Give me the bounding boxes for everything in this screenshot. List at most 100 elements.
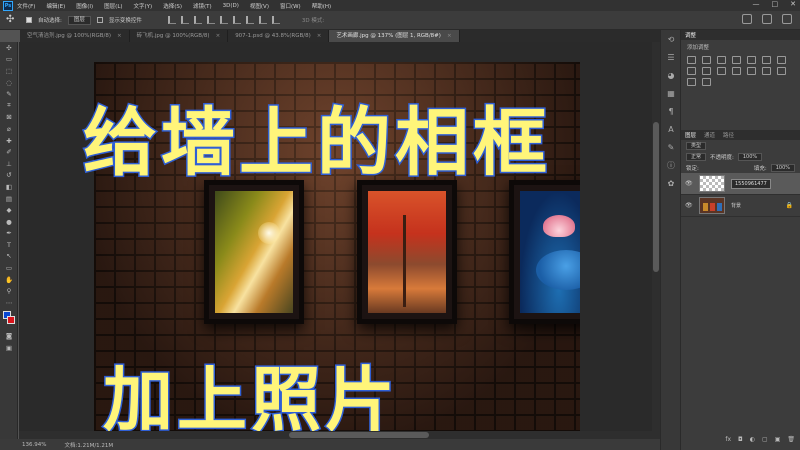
- history-icon[interactable]: ⟲: [661, 30, 681, 48]
- eye-icon[interactable]: 👁: [685, 202, 693, 209]
- menu-3d[interactable]: 3D(D): [223, 3, 239, 9]
- threshold-icon[interactable]: [777, 67, 786, 75]
- close-icon[interactable]: ×: [216, 33, 221, 39]
- layer-name[interactable]: 背景: [731, 202, 741, 209]
- menu-file[interactable]: 文件(F): [17, 2, 35, 10]
- menu-help[interactable]: 帮助(H): [312, 2, 331, 10]
- tab-paths[interactable]: 路径: [723, 131, 734, 139]
- posterize-icon[interactable]: [762, 67, 771, 75]
- mask-icon[interactable]: ◘: [738, 436, 743, 446]
- auto-select-dropdown[interactable]: 图层: [67, 15, 91, 25]
- distribute-h-icon[interactable]: [258, 16, 267, 24]
- info-icon[interactable]: ⓘ: [661, 156, 681, 174]
- tab-document-4[interactable]: 艺术画廊.jpg @ 137% (图层 1, RGB/8#) ×: [329, 30, 460, 42]
- layer-kind-filter[interactable]: 类型: [686, 141, 707, 150]
- move-tool-icon[interactable]: ✣: [6, 14, 20, 26]
- dodge-icon[interactable]: ●: [0, 216, 18, 228]
- tab-document-2[interactable]: 砖飞机.jpg @ 100%(RGB/8) ×: [130, 30, 229, 42]
- scroll-thumb[interactable]: [653, 122, 659, 272]
- black-white-icon[interactable]: [687, 67, 696, 75]
- menu-edit[interactable]: 编辑(E): [46, 2, 65, 10]
- align-bottom-icon[interactable]: [232, 16, 241, 24]
- paragraph-icon[interactable]: ¶: [661, 102, 681, 120]
- auto-select-checkbox[interactable]: [26, 17, 32, 23]
- show-transform-checkbox[interactable]: [96, 17, 103, 23]
- gradient-icon[interactable]: ▤: [0, 193, 18, 205]
- zoom-icon[interactable]: ⚲: [0, 285, 18, 297]
- maximize-button[interactable]: □: [772, 0, 779, 8]
- gradient-map-icon[interactable]: [687, 78, 696, 86]
- history-brush-icon[interactable]: ↺: [0, 170, 18, 182]
- curves-icon[interactable]: [717, 56, 726, 64]
- blur-icon[interactable]: ◆: [0, 204, 18, 216]
- vertical-scrollbar[interactable]: [652, 42, 660, 439]
- workspace-icon[interactable]: [762, 14, 772, 24]
- menu-image[interactable]: 图像(I): [76, 2, 93, 10]
- menu-window[interactable]: 窗口(W): [280, 2, 301, 10]
- adjustment-layer-icon[interactable]: ◐: [750, 436, 755, 446]
- distribute-v-icon[interactable]: [271, 16, 280, 24]
- zoom-level[interactable]: 136.94%: [22, 442, 46, 448]
- align-top-icon[interactable]: [206, 16, 215, 24]
- rectangle-icon[interactable]: ▭: [0, 262, 18, 274]
- tab-document-1[interactable]: 空气清洁剂.jpg @ 100%(RGB/8) ×: [20, 30, 130, 42]
- color-icon[interactable]: ◕: [661, 66, 681, 84]
- brush-icon[interactable]: ✐: [0, 146, 18, 158]
- tab-channels[interactable]: 通道: [704, 131, 715, 139]
- quick-select-icon[interactable]: ✎: [0, 88, 18, 100]
- align-right-icon[interactable]: [193, 16, 202, 24]
- close-button[interactable]: ✕: [790, 0, 796, 8]
- close-icon[interactable]: ×: [447, 33, 452, 39]
- color-balance-icon[interactable]: [777, 56, 786, 64]
- artboard-icon[interactable]: ▭: [0, 54, 18, 66]
- lasso-icon[interactable]: ◌: [0, 77, 18, 89]
- menu-select[interactable]: 选择(S): [163, 2, 182, 10]
- align-center-icon[interactable]: [180, 16, 189, 24]
- trash-icon[interactable]: 🗑: [787, 436, 795, 446]
- fx-icon[interactable]: fx: [725, 436, 731, 446]
- search-icon[interactable]: [742, 14, 752, 24]
- move-tool-icon[interactable]: ✣: [0, 42, 18, 54]
- horizontal-scrollbar[interactable]: [19, 431, 652, 439]
- share-icon[interactable]: [782, 14, 792, 24]
- invert-icon[interactable]: [747, 67, 756, 75]
- healing-brush-icon[interactable]: ✚: [0, 135, 18, 147]
- align-left-icon[interactable]: [167, 16, 176, 24]
- brightness-icon[interactable]: [687, 56, 696, 64]
- more-tools-icon[interactable]: ⋯: [0, 297, 18, 309]
- swatches-icon[interactable]: ▦: [661, 84, 681, 102]
- tab-document-3[interactable]: 907-1.psd @ 43.8%(RGB/8) ×: [228, 30, 330, 42]
- tab-layers[interactable]: 图层: [685, 131, 696, 139]
- path-select-icon[interactable]: ↖: [0, 251, 18, 263]
- pen-icon[interactable]: ✒: [0, 228, 18, 240]
- properties-icon[interactable]: ☰: [661, 48, 681, 66]
- crop-icon[interactable]: ⌗: [0, 100, 18, 112]
- glyph-icon[interactable]: ✿: [661, 174, 681, 192]
- fill-field[interactable]: 100%: [770, 163, 795, 172]
- exposure-icon[interactable]: [732, 56, 741, 64]
- menu-type[interactable]: 文字(Y): [134, 2, 153, 10]
- levels-icon[interactable]: [702, 56, 711, 64]
- align-middle-icon[interactable]: [219, 16, 228, 24]
- brush-settings-icon[interactable]: ✎: [661, 138, 681, 156]
- layer-row[interactable]: 👁 背景 🔒: [681, 195, 800, 217]
- layer-row[interactable]: 👁 1550961477: [681, 173, 800, 195]
- photo-filter-icon[interactable]: [702, 67, 711, 75]
- blend-mode-dropdown[interactable]: 正常: [686, 152, 707, 161]
- color-swatches[interactable]: [0, 309, 18, 331]
- scroll-thumb[interactable]: [289, 432, 429, 438]
- tab-adjustments[interactable]: 调整: [685, 31, 696, 39]
- distribute-icon[interactable]: [245, 16, 254, 24]
- group-icon[interactable]: ▢: [762, 436, 768, 446]
- color-lookup-icon[interactable]: [732, 67, 741, 75]
- marquee-icon[interactable]: ⬚: [0, 65, 18, 77]
- close-icon[interactable]: ×: [117, 33, 122, 39]
- channel-mixer-icon[interactable]: [717, 67, 726, 75]
- frame-icon[interactable]: ⊠: [0, 112, 18, 124]
- minimize-button[interactable]: —: [753, 0, 760, 8]
- screen-mode-icon[interactable]: ▣: [0, 342, 18, 354]
- clone-stamp-icon[interactable]: ⊥: [0, 158, 18, 170]
- close-icon[interactable]: ×: [317, 33, 322, 39]
- new-layer-icon[interactable]: ▣: [775, 436, 781, 446]
- menu-filter[interactable]: 滤镜(T): [193, 2, 212, 10]
